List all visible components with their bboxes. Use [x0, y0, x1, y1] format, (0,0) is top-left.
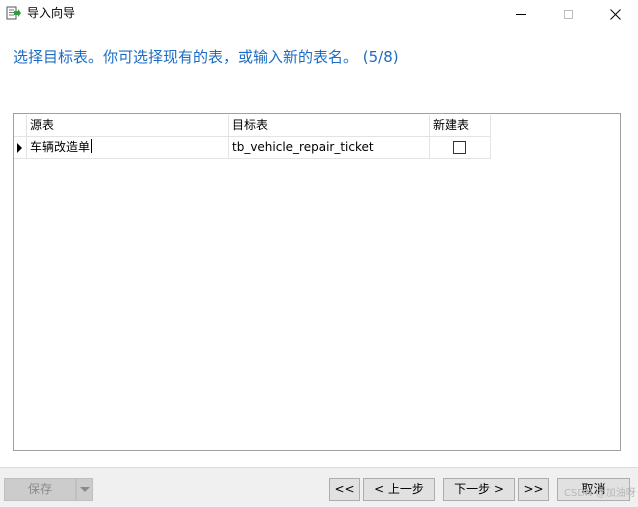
column-header-new-table[interactable]: 新建表: [430, 115, 491, 137]
minimize-icon: [516, 13, 526, 15]
import-wizard-window: 导入向导 选择目标表。你可选择现有的表，或输入新的表名。 (5/8) 源表 目标…: [0, 0, 638, 507]
column-header-target[interactable]: 目标表: [229, 115, 430, 137]
next-step-button[interactable]: 下一步 >: [443, 478, 515, 501]
new-table-checkbox[interactable]: [453, 141, 466, 154]
close-button[interactable]: [592, 0, 638, 28]
minimize-button[interactable]: [498, 0, 544, 28]
new-table-cell: [430, 137, 491, 159]
chevron-down-icon: [80, 487, 90, 492]
import-wizard-icon: [6, 6, 21, 21]
maximize-icon: [563, 9, 573, 19]
source-table-name: 车辆改造单: [30, 140, 91, 154]
maximize-button: [545, 0, 591, 28]
last-step-button[interactable]: >>: [518, 478, 549, 501]
first-step-button[interactable]: <<: [329, 478, 360, 501]
row-header[interactable]: [14, 137, 27, 159]
current-row-arrow-icon: [17, 143, 22, 153]
header-corner: [14, 115, 27, 137]
previous-step-button[interactable]: < 上一步: [363, 478, 435, 501]
column-header-source[interactable]: 源表: [27, 115, 229, 137]
window-title: 导入向导: [27, 6, 76, 20]
text-caret: [91, 139, 93, 153]
save-button[interactable]: 保存: [4, 478, 76, 501]
step-heading: 选择目标表。你可选择现有的表，或输入新的表名。 (5/8): [13, 48, 399, 66]
title-bar: 导入向导: [0, 0, 638, 28]
close-icon: [609, 8, 621, 20]
watermark: CSDN @加油呀: [564, 488, 636, 499]
target-table-cell[interactable]: tb_vehicle_repair_ticket: [229, 137, 430, 159]
table-mapping-grid: 源表 目标表 新建表 车辆改造单 tb_vehicle_repair_ticke…: [13, 113, 621, 451]
save-dropdown-button[interactable]: [76, 478, 93, 501]
source-table-cell[interactable]: 车辆改造单: [27, 137, 229, 159]
